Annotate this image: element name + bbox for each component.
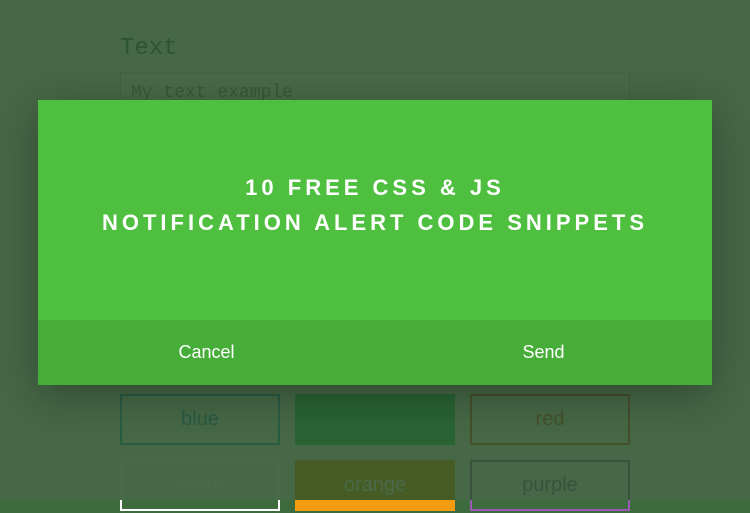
notification-modal: 10 FREE CSS & JS NOTIFICATION ALERT CODE… [38, 100, 712, 385]
modal-title: 10 FREE CSS & JS NOTIFICATION ALERT CODE… [78, 170, 672, 240]
cancel-button[interactable]: Cancel [38, 320, 375, 385]
modal-footer: Cancel Send [38, 320, 712, 385]
modal-body: 10 FREE CSS & JS NOTIFICATION ALERT CODE… [38, 100, 712, 320]
modal-title-line2: NOTIFICATION ALERT CODE SNIPPETS [102, 210, 648, 235]
modal-title-line1: 10 FREE CSS & JS [245, 175, 505, 200]
send-button[interactable]: Send [375, 320, 712, 385]
